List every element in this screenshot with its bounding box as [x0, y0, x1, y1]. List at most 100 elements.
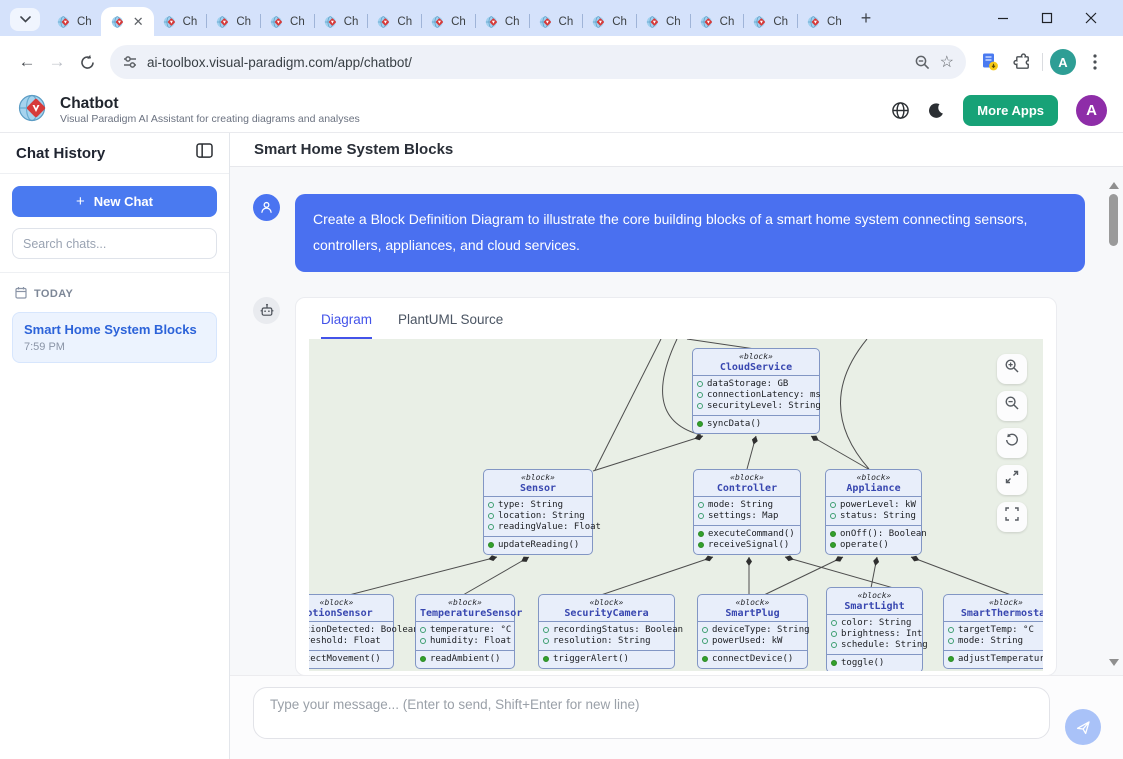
- send-button[interactable]: [1065, 709, 1101, 745]
- uml-block-SmartLight[interactable]: «block» SmartLight color: String brightne…: [826, 586, 928, 671]
- reading-list-extension-icon[interactable]: [974, 47, 1006, 77]
- uml-block-SmartPlug[interactable]: «block» SmartPlug deviceType: String powe…: [697, 593, 810, 669]
- browser-tab[interactable]: Ch: [691, 7, 744, 36]
- extensions-puzzle-icon[interactable]: [1006, 47, 1038, 77]
- browser-tab[interactable]: Ch: [744, 7, 797, 36]
- maximize-button[interactable]: [1025, 0, 1069, 36]
- browser-tab[interactable]: Ch: [530, 7, 583, 36]
- block-name: Sensor: [519, 482, 557, 494]
- tab-diagram[interactable]: Diagram: [321, 312, 373, 339]
- uml-block-SecurityCamera[interactable]: «block» SecurityCamera recordingStatus: …: [538, 593, 683, 669]
- zoom-in-button[interactable]: [997, 353, 1027, 384]
- browser-tab[interactable]: Ch: [368, 7, 421, 36]
- bookmark-star-icon[interactable]: ☆: [940, 52, 954, 72]
- reload-button[interactable]: [72, 47, 102, 77]
- scrollbar-down-arrow[interactable]: [1108, 659, 1119, 671]
- browser-menu-kebab[interactable]: [1079, 47, 1111, 77]
- block-operations: onOff(): Boolean operate(): [826, 526, 927, 554]
- chat-history-item[interactable]: Smart Home System Blocks 7:59 PM: [12, 312, 217, 363]
- tab-search-button[interactable]: [10, 8, 40, 31]
- operation-text: receiveSignal(): [708, 539, 790, 550]
- back-button[interactable]: ←: [12, 47, 42, 77]
- tab-label: Ch: [665, 15, 681, 28]
- browser-tab[interactable]: Ch: [798, 7, 851, 36]
- visual-paradigm-favicon: [378, 15, 390, 28]
- collapse-sidebar-icon[interactable]: [196, 143, 213, 163]
- visual-paradigm-favicon: [807, 15, 820, 28]
- dark-mode-moon-icon[interactable]: [928, 102, 945, 119]
- tab-label: Ch: [827, 15, 842, 28]
- diagram-zoom-controls: [997, 353, 1027, 532]
- diagram-canvas[interactable]: «block» CloudService dataStorage: GB conn…: [309, 338, 1043, 671]
- user-account-avatar[interactable]: A: [1076, 94, 1107, 126]
- minimize-button[interactable]: [981, 0, 1025, 36]
- url-text[interactable]: ai-toolbox.visual-paradigm.com/app/chatb…: [147, 55, 905, 70]
- browser-tab[interactable]: ✕: [100, 7, 154, 36]
- site-settings-icon[interactable]: [122, 54, 138, 70]
- attribute-visibility-icon: [488, 524, 494, 531]
- message-input[interactable]: [253, 687, 1050, 739]
- attribute-visibility-icon: [543, 627, 549, 634]
- address-bar[interactable]: ai-toolbox.visual-paradigm.com/app/chatb…: [110, 45, 966, 79]
- scrollbar-up-arrow[interactable]: [1108, 177, 1119, 189]
- search-chats-input[interactable]: [12, 228, 217, 259]
- attribute-visibility-icon: [948, 627, 954, 634]
- operation-visibility-icon: [698, 531, 704, 538]
- person-icon: [261, 201, 272, 213]
- uml-block-CloudService[interactable]: «block» CloudService dataStorage: GB conn…: [692, 347, 821, 434]
- app-subtitle: Visual Paradigm AI Assistant for creatin…: [60, 112, 360, 125]
- language-globe-icon[interactable]: [891, 101, 910, 120]
- visual-paradigm-favicon: [485, 15, 497, 28]
- browser-tab[interactable]: Ch: [207, 7, 260, 36]
- reset-button[interactable]: [997, 427, 1027, 458]
- block-attributes: recordingStatus: Boolean resolution: Stri…: [539, 622, 683, 651]
- attribute-text: brightness: Int: [841, 628, 923, 639]
- expand-button[interactable]: [997, 464, 1027, 495]
- new-chat-button[interactable]: + New Chat: [12, 186, 217, 217]
- browser-profile-avatar[interactable]: A: [1047, 47, 1079, 77]
- close-window-button[interactable]: [1069, 0, 1113, 36]
- browser-tab[interactable]: Ch: [261, 7, 314, 36]
- forward-button[interactable]: →: [42, 47, 72, 77]
- attribute-visibility-icon: [831, 642, 837, 649]
- attribute-visibility-icon: [543, 638, 549, 645]
- operation-visibility-icon: [830, 542, 836, 549]
- uml-block-SmartThermostat[interactable]: «block» SmartThermostat targetTemp: °C mo…: [943, 593, 1043, 669]
- new-tab-button[interactable]: +: [861, 8, 872, 29]
- uml-block-Sensor[interactable]: «block» Sensor type: String location: Str…: [483, 468, 601, 555]
- block-name: SmartThermostat: [960, 607, 1043, 619]
- attribute-text: type: String: [498, 499, 564, 510]
- browser-tab[interactable]: Ch: [637, 7, 690, 36]
- browser-tab[interactable]: Ch: [422, 7, 475, 36]
- uml-block-Appliance[interactable]: «block» Appliance powerLevel: kW status: …: [825, 468, 927, 555]
- block-stereotype: «block»: [735, 597, 770, 607]
- browser-tab[interactable]: Ch: [583, 7, 636, 36]
- block-operations: updateReading(): [484, 537, 592, 554]
- scrollbar-thumb[interactable]: [1109, 194, 1118, 246]
- tab-label: Ch: [558, 15, 574, 28]
- uml-block-MotionSensor[interactable]: «block» MotionSensor motionDetected: Boo…: [309, 593, 419, 669]
- uml-block-TemperatureSensor[interactable]: «block» TemperatureSensor temperature: °…: [415, 593, 522, 669]
- attribute-visibility-icon: [698, 502, 704, 509]
- block-operations: syncData(): [693, 416, 819, 433]
- close-tab-icon[interactable]: ✕: [133, 15, 144, 28]
- attribute-visibility-icon: [698, 513, 704, 520]
- operation-visibility-icon: [698, 542, 704, 549]
- block-name: SmartPlug: [725, 607, 780, 619]
- browser-tab[interactable]: Ch: [315, 7, 368, 36]
- zoom-out-button[interactable]: [997, 390, 1027, 421]
- chat-scrollbar[interactable]: [1107, 177, 1120, 671]
- browser-tab[interactable]: Ch: [154, 7, 207, 36]
- uml-block-Controller[interactable]: «block» Controller mode: String settings:…: [693, 468, 801, 555]
- browser-tab[interactable]: Ch: [48, 7, 101, 36]
- tab-label: Ch: [773, 15, 789, 28]
- fullscreen-icon: [1004, 506, 1020, 527]
- chat-scroll-area[interactable]: Create a Block Definition Diagram to ill…: [230, 167, 1123, 675]
- browser-tab[interactable]: Ch: [476, 7, 529, 36]
- assistant-message-row: Diagram PlantUML Source «block» CloudServ…: [253, 296, 1085, 675]
- fullscreen-button[interactable]: [997, 501, 1027, 532]
- zoom-page-icon[interactable]: [914, 54, 931, 71]
- tab-plantuml-source[interactable]: PlantUML Source: [398, 312, 503, 339]
- block-name: Controller: [716, 482, 778, 494]
- more-apps-button[interactable]: More Apps: [963, 94, 1058, 126]
